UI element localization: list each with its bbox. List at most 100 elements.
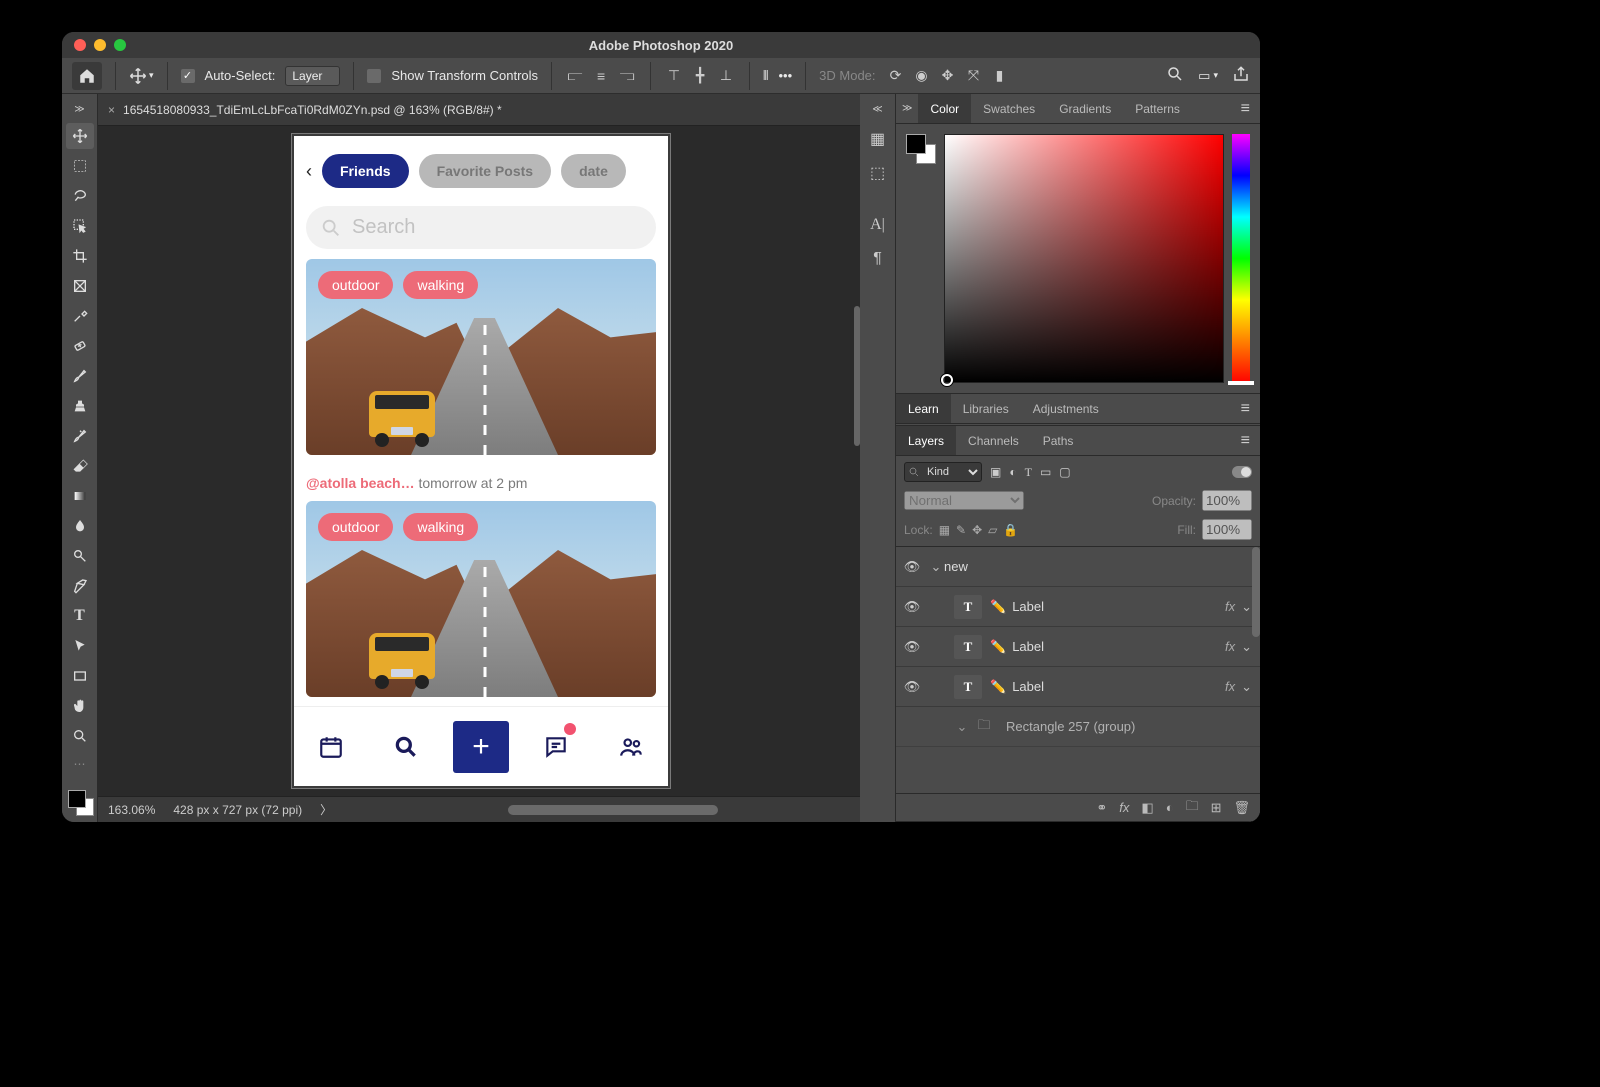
auto-select-checkbox[interactable] — [181, 69, 195, 83]
new-group-icon[interactable]: 🗀 — [1186, 797, 1199, 819]
status-caret-icon[interactable]: 〉 — [320, 801, 332, 818]
lasso-tool[interactable] — [66, 183, 94, 209]
nav-add[interactable]: + — [453, 721, 509, 773]
tool-more-icon[interactable]: ⋯ — [74, 757, 86, 771]
layer-mask-icon[interactable]: ◧ — [1141, 800, 1153, 816]
more-align-icon[interactable]: ••• — [779, 68, 793, 83]
gradient-tool[interactable] — [66, 483, 94, 509]
adjustment-layer-icon[interactable]: ◐ — [1166, 800, 1174, 815]
search-icon[interactable] — [1166, 65, 1184, 86]
collapse-toolbox-icon[interactable]: ≫ — [74, 104, 84, 115]
hue-slider[interactable] — [1232, 134, 1250, 383]
post-card[interactable]: outdoor walking — [306, 259, 656, 455]
tab-patterns[interactable]: Patterns — [1123, 94, 1192, 123]
filter-type-icon[interactable]: T — [1025, 465, 1032, 480]
filter-shape-icon[interactable]: ▭ — [1040, 465, 1051, 479]
lock-all-icon[interactable]: 🔒 — [1003, 523, 1018, 537]
layer-row[interactable]: 👁 T ✏️Label fx⌄ — [896, 587, 1260, 627]
search-field[interactable]: Search — [306, 206, 656, 249]
filter-toggle[interactable] — [1232, 466, 1252, 478]
filter-image-icon[interactable]: ▣ — [990, 465, 1001, 479]
workspace-switcher[interactable]: ▭ ▾ — [1198, 68, 1218, 84]
color-swatch[interactable] — [906, 134, 936, 164]
zoom-level[interactable]: 163.06% — [108, 803, 155, 817]
new-layer-icon[interactable]: ⊞ — [1211, 800, 1222, 816]
frame-tool[interactable] — [66, 273, 94, 299]
back-icon[interactable]: ‹ — [306, 161, 312, 182]
disclosure-icon[interactable]: ⌄ — [954, 719, 970, 735]
hand-tool[interactable] — [66, 693, 94, 719]
auto-select-mode[interactable]: Layer — [285, 66, 340, 86]
clone-stamp-tool[interactable] — [66, 393, 94, 419]
lock-brush-icon[interactable]: ✎ — [956, 523, 966, 537]
tab-libraries[interactable]: Libraries — [951, 394, 1021, 423]
opacity-field[interactable] — [1202, 490, 1252, 511]
marquee-tool[interactable] — [66, 153, 94, 179]
layer-row[interactable]: ⌄ 🗀 Rectangle 257 (group) — [896, 707, 1260, 747]
align-top-icon[interactable]: ⊤ — [664, 67, 684, 84]
tag-pill[interactable]: outdoor — [318, 271, 393, 299]
link-layers-icon[interactable]: ⚭ — [1096, 800, 1107, 816]
tab-adjustments[interactable]: Adjustments — [1021, 394, 1111, 423]
disclosure-icon[interactable]: ⌄ — [928, 559, 944, 575]
panel-menu-icon[interactable]: ≡ — [1231, 94, 1260, 123]
lock-artboard-icon[interactable]: ▱ — [988, 523, 997, 537]
foreground-background-swatch[interactable] — [66, 788, 94, 816]
blend-mode[interactable]: Normal — [904, 491, 1024, 510]
visibility-icon[interactable]: 👁 — [896, 679, 928, 695]
dodge-tool[interactable] — [66, 543, 94, 569]
brush-tool[interactable] — [66, 363, 94, 389]
horizontal-scrollbar[interactable] — [508, 805, 718, 815]
object-select-tool[interactable] — [66, 213, 94, 239]
distribute-icon[interactable]: ⫴ — [763, 68, 768, 84]
fill-field[interactable] — [1202, 519, 1252, 540]
tab-channels[interactable]: Channels — [956, 426, 1031, 455]
color-field[interactable] — [944, 134, 1224, 383]
nav-calendar[interactable] — [303, 721, 359, 773]
dock-icon[interactable]: ▦ — [864, 125, 892, 153]
align-bottom-icon[interactable]: ⊥ — [716, 67, 736, 84]
align-vcenter-icon[interactable]: ╋ — [690, 67, 710, 84]
document-tab[interactable]: × 1654518080933_TdiEmLcLbFcaTi0RdM0ZYn.p… — [108, 103, 502, 117]
align-right-icon[interactable]: ⫎ — [617, 67, 637, 84]
layer-style-icon[interactable]: fx — [1119, 800, 1129, 815]
filter-adjust-icon[interactable]: ◐ — [1009, 465, 1016, 479]
healing-brush-tool[interactable] — [66, 333, 94, 359]
tab-swatches[interactable]: Swatches — [971, 94, 1047, 123]
nav-search[interactable] — [378, 721, 434, 773]
share-icon[interactable] — [1232, 65, 1250, 86]
blur-tool[interactable] — [66, 513, 94, 539]
eraser-tool[interactable] — [66, 453, 94, 479]
layer-row[interactable]: 👁 ⌄ new — [896, 547, 1260, 587]
dock-3d-icon[interactable]: ⬚ — [864, 159, 892, 187]
filter-pill-favorite[interactable]: Favorite Posts — [419, 154, 551, 188]
tag-pill[interactable]: walking — [403, 271, 478, 299]
tag-pill[interactable]: outdoor — [318, 513, 393, 541]
canvas[interactable]: ‹ Friends Favorite Posts date Search — [98, 126, 860, 796]
tab-color[interactable]: Color — [918, 94, 971, 123]
tab-paths[interactable]: Paths — [1031, 426, 1086, 455]
layer-row[interactable]: 👁 T ✏️Label fx⌄ — [896, 667, 1260, 707]
move-tool[interactable] — [66, 123, 94, 149]
delete-layer-icon[interactable]: 🗑 — [1233, 800, 1250, 816]
show-transform-checkbox[interactable] — [367, 69, 381, 83]
pen-tool[interactable] — [66, 573, 94, 599]
collapse-dock-icon[interactable]: ≪ — [872, 104, 882, 115]
fx-badge[interactable]: fx — [1225, 599, 1235, 614]
layer-row[interactable]: 👁 T ✏️Label fx⌄ — [896, 627, 1260, 667]
align-left-icon[interactable]: ⫍ — [565, 67, 585, 84]
mention[interactable]: @atolla beach… — [306, 475, 415, 491]
visibility-icon[interactable]: 👁 — [896, 559, 928, 575]
home-button[interactable] — [72, 62, 102, 90]
rectangle-tool[interactable] — [66, 663, 94, 689]
visibility-icon[interactable]: 👁 — [896, 599, 928, 615]
history-brush-tool[interactable] — [66, 423, 94, 449]
move-tool-icon[interactable]: ▾ — [129, 67, 154, 85]
close-tab-icon[interactable]: × — [108, 103, 115, 117]
fx-badge[interactable]: fx — [1225, 679, 1235, 694]
path-select-tool[interactable] — [66, 633, 94, 659]
collapse-panel-icon[interactable]: ≫ — [896, 96, 918, 119]
panel-menu-icon[interactable]: ≡ — [1231, 426, 1260, 455]
tab-learn[interactable]: Learn — [896, 394, 951, 423]
fx-badge[interactable]: fx — [1225, 639, 1235, 654]
